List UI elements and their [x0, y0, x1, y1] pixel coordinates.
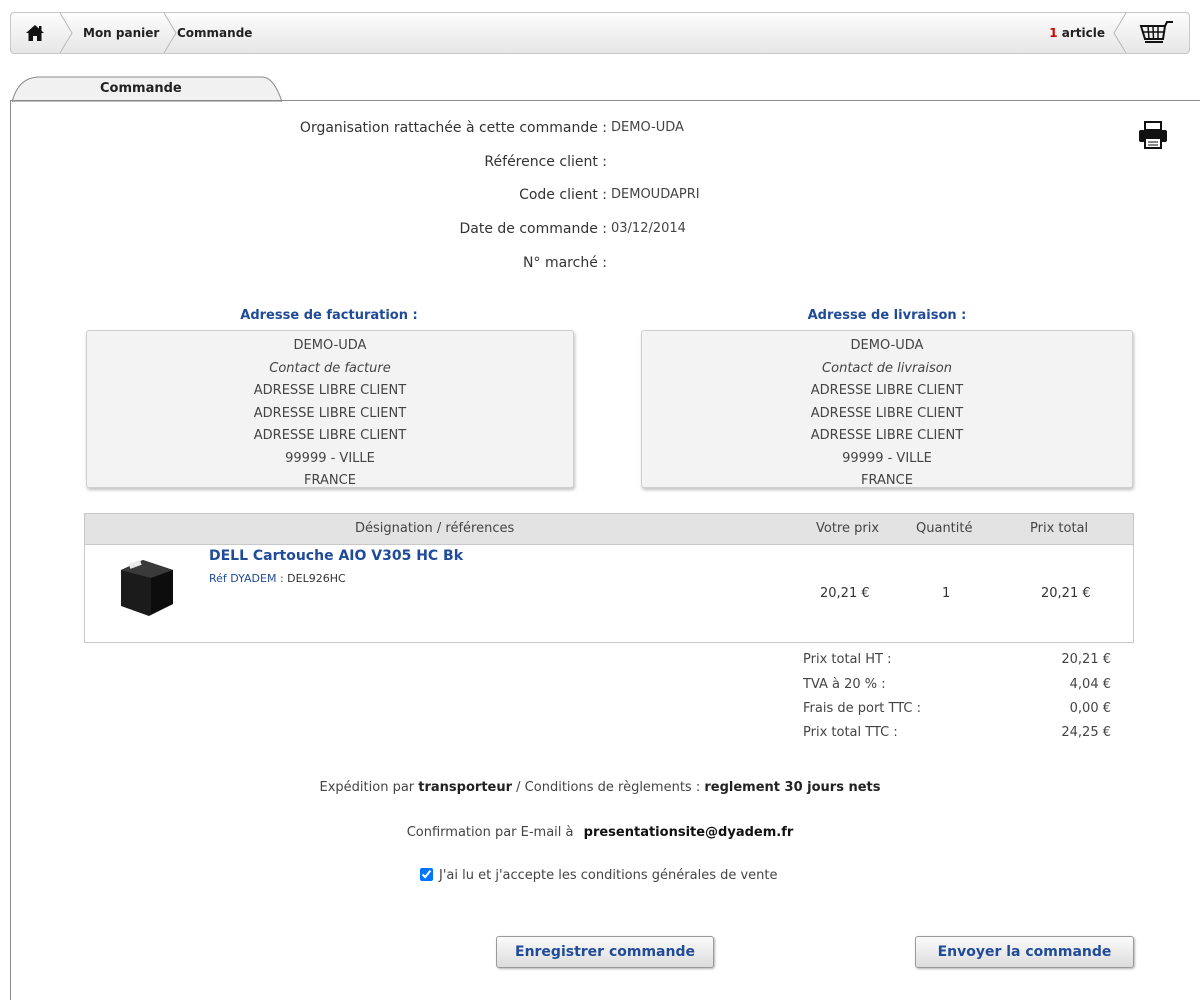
header-price: Votre prix — [816, 521, 880, 536]
print-icon[interactable] — [1137, 120, 1169, 150]
billing-line: DEMO-UDA — [293, 338, 367, 353]
cart-count-number: 1 — [1049, 26, 1058, 40]
org-label: Organisation rattachée à cette commande … — [299, 120, 607, 136]
email-confirmation-label: Confirmation par E-mail à — [406, 825, 574, 840]
billing-contact: Contact de facture — [269, 360, 391, 376]
order-date-label: Date de commande : — [459, 221, 607, 237]
shipping-city: 99999 - VILLE — [842, 450, 932, 466]
chevron-separator — [59, 13, 73, 53]
shipping-line: DEMO-UDA — [850, 338, 924, 353]
shipping-address-title: Adresse de livraison : — [807, 308, 967, 323]
table-header: Désignation / références Votre prix Quan… — [85, 514, 1133, 545]
product-image[interactable] — [115, 556, 179, 618]
shipping-contact: Contact de livraison — [822, 360, 952, 376]
order-date-value: 03/12/2014 — [611, 221, 686, 236]
breadcrumb: Mon panier Commande 1 article — [10, 12, 1190, 54]
product-name-link[interactable]: DELL Cartouche AIO V305 HC Bk — [209, 548, 463, 564]
client-ref-label: Référence client : — [484, 154, 607, 170]
client-code-label: Code client : — [519, 187, 607, 203]
product-ref-label: Réf DYADEM : — [209, 572, 284, 585]
cgv-label: J'ai lu et j'accepte les conditions géné… — [439, 868, 778, 883]
product-ref: Réf DYADEM : DEL926HC — [209, 572, 346, 585]
marche-label: N° marché : — [523, 255, 607, 271]
product-unit-price: 20,21 € — [820, 586, 870, 601]
total-ht-label: Prix total HT : — [803, 652, 892, 667]
billing-line: ADRESSE LIBRE CLIENT — [253, 428, 407, 443]
email-confirmation: Confirmation par E-mail à presentationsi… — [0, 825, 1200, 840]
shipping-line: ADRESSE LIBRE CLIENT — [810, 405, 964, 421]
header-total: Prix total — [1030, 521, 1089, 536]
shopping-cart-icon[interactable] — [1139, 21, 1175, 47]
shipping-line: ADRESSE LIBRE CLIENT — [810, 383, 964, 398]
header-designation: Désignation / références — [355, 521, 515, 536]
shipping-carrier: transporteur — [418, 780, 513, 795]
billing-country: FRANCE — [304, 473, 356, 488]
billing-line: ADRESSE LIBRE CLIENT — [253, 383, 407, 398]
billing-address-box: DEMO-UDA Contact de facture ADRESSE LIBR… — [86, 330, 574, 488]
total-ttc-value: 24,25 € — [1061, 725, 1111, 740]
header-quantity: Quantité — [916, 521, 973, 536]
shipping-address-box: DEMO-UDA Contact de livraison ADRESSE LI… — [641, 330, 1133, 488]
shipping-country: FRANCE — [861, 473, 913, 488]
breadcrumb-commande: Commande — [177, 26, 253, 40]
org-value: DEMO-UDA — [611, 120, 684, 135]
product-table: Désignation / références Votre prix Quan… — [84, 513, 1134, 643]
chevron-separator — [163, 13, 177, 53]
payment-terms-label: / Conditions de règlements : — [516, 780, 701, 795]
cgv-checkbox[interactable] — [420, 868, 433, 881]
send-order-button[interactable]: Envoyer la commande — [915, 936, 1134, 968]
product-total-price: 20,21 € — [1041, 586, 1091, 601]
total-ht-value: 20,21 € — [1061, 652, 1111, 667]
payment-terms: reglement 30 jours nets — [704, 780, 881, 795]
billing-city: 99999 - VILLE — [285, 450, 375, 466]
product-quantity: 1 — [942, 586, 951, 601]
cart-count[interactable]: 1 article — [1049, 13, 1105, 53]
shipping-line: ADRESSE LIBRE CLIENT — [810, 428, 964, 443]
cart-count-label: article — [1061, 26, 1105, 40]
product-ref-value: DEL926HC — [287, 572, 346, 585]
cgv-accept[interactable]: J'ai lu et j'accepte les conditions géné… — [420, 868, 778, 883]
shipping-cost-value: 0,00 € — [1069, 701, 1111, 716]
tab-commande[interactable]: Commande — [100, 81, 182, 96]
tva-label: TVA à 20 % : — [803, 677, 886, 692]
shipping-terms: Expédition par transporteur / Conditions… — [0, 780, 1200, 795]
save-order-button[interactable]: Enregistrer commande — [496, 936, 714, 968]
home-icon[interactable] — [25, 23, 45, 43]
total-ttc-label: Prix total TTC : — [803, 725, 898, 740]
email-confirmation-address: presentationsite@dyadem.fr — [583, 825, 794, 840]
client-code-value: DEMOUDAPRI — [611, 187, 700, 202]
chevron-separator — [1113, 13, 1127, 53]
breadcrumb-mon-panier[interactable]: Mon panier — [83, 13, 159, 53]
shipping-cost-label: Frais de port TTC : — [803, 701, 922, 716]
billing-address-title: Adresse de facturation : — [240, 308, 418, 323]
billing-line: ADRESSE LIBRE CLIENT — [253, 405, 407, 421]
shipping-prefix: Expédition par — [319, 780, 415, 795]
tva-value: 4,04 € — [1069, 677, 1111, 692]
